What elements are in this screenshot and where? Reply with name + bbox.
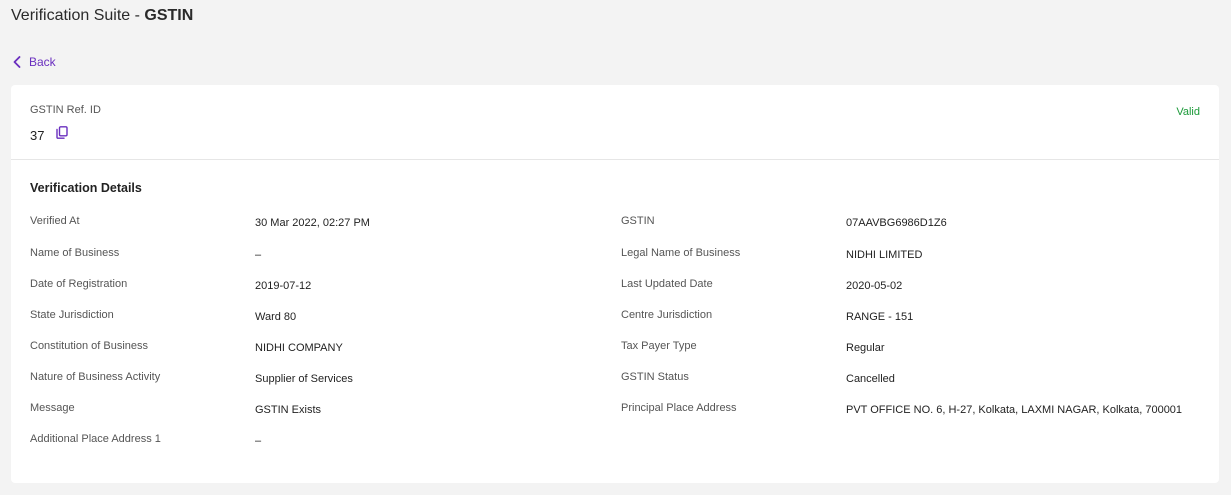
back-button[interactable]: Back <box>13 55 56 69</box>
detail-label: GSTIN <box>621 215 655 227</box>
detail-value: NIDHI COMPANY <box>255 342 343 354</box>
detail-value: RANGE - 151 <box>846 311 914 323</box>
detail-value: Cancelled <box>846 373 895 385</box>
detail-value: 2020-05-02 <box>846 280 903 292</box>
detail-label: Verified At <box>30 215 80 227</box>
detail-value: 07AAVBG6986D1Z6 <box>846 217 947 229</box>
detail-value: PVT OFFICE NO. 6, H-27, Kolkata, LAXMI N… <box>846 404 1183 416</box>
detail-label: Nature of Business Activity <box>30 371 161 383</box>
detail-label: Legal Name of Business <box>621 247 741 259</box>
detail-label: State Jurisdiction <box>30 309 114 321</box>
chevron-left-icon <box>13 56 21 68</box>
gstin-card: GSTIN Ref. ID 37 Valid Verification Deta… <box>11 85 1219 483</box>
detail-value: Ward 80 <box>255 311 297 323</box>
detail-value: NIDHI LIMITED <box>846 249 923 261</box>
detail-label: GSTIN Status <box>621 371 689 383</box>
detail-value: 30 Mar 2022, 02:27 PM <box>255 217 370 229</box>
page-title-bold: GSTIN <box>144 7 194 24</box>
detail-label: Constitution of Business <box>30 340 149 352</box>
detail-label: Principal Place Address <box>621 402 737 414</box>
detail-label: Name of Business <box>30 247 120 259</box>
detail-label: Message <box>30 402 75 414</box>
page-title-prefix: Verification Suite - <box>11 7 145 24</box>
detail-value: – <box>255 249 262 261</box>
detail-value: 2019-07-12 <box>255 280 312 292</box>
detail-value: Supplier of Services <box>255 373 353 385</box>
detail-label: Date of Registration <box>30 278 128 290</box>
detail-label: Additional Place Address 1 <box>30 433 161 445</box>
detail-value: Regular <box>846 342 885 354</box>
page: Verification Suite - GSTIN Back GSTIN Re… <box>0 0 1231 495</box>
back-label: Back <box>29 55 56 69</box>
details-grid: Verified At 30 Mar 2022, 02:27 PM Name o… <box>11 85 1219 483</box>
detail-value: GSTIN Exists <box>255 404 322 416</box>
page-title: Verification Suite - GSTIN <box>11 7 193 25</box>
detail-label: Centre Jurisdiction <box>621 309 713 321</box>
detail-label: Tax Payer Type <box>621 340 697 352</box>
detail-label: Last Updated Date <box>621 278 713 290</box>
detail-value: – <box>255 435 262 447</box>
